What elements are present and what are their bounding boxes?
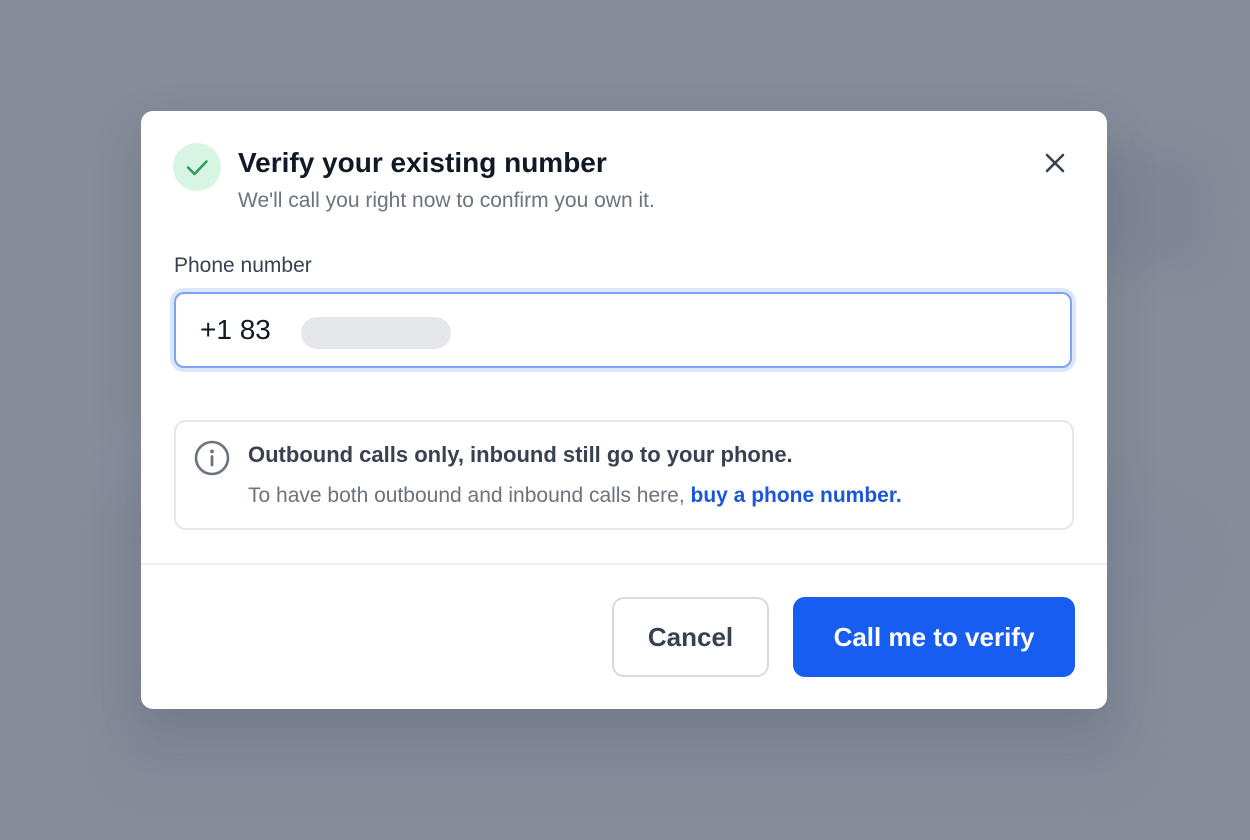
dialog-subtitle: We'll call you right now to confirm you … [238,189,655,212]
dialog-title: Verify your existing number [238,147,607,178]
info-title: Outbound calls only, inbound still go to… [248,442,793,467]
buy-phone-number-link[interactable]: buy a phone number. [691,484,902,507]
info-body-text: To have both outbound and inbound calls … [248,484,691,507]
footer-divider [141,563,1107,565]
info-callout: Outbound calls only, inbound still go to… [174,420,1074,530]
cancel-button[interactable]: Cancel [612,597,769,677]
phone-number-field[interactable] [174,292,1072,368]
close-icon [1045,153,1065,173]
info-body: To have both outbound and inbound calls … [248,484,902,508]
call-me-to-verify-button[interactable]: Call me to verify [793,597,1075,677]
info-icon [194,440,230,476]
redacted-digits [301,317,451,349]
phone-number-label: Phone number [174,254,312,277]
close-button[interactable] [1037,145,1073,181]
verify-number-dialog: Verify your existing number We'll call y… [141,111,1107,709]
check-icon [173,143,221,191]
